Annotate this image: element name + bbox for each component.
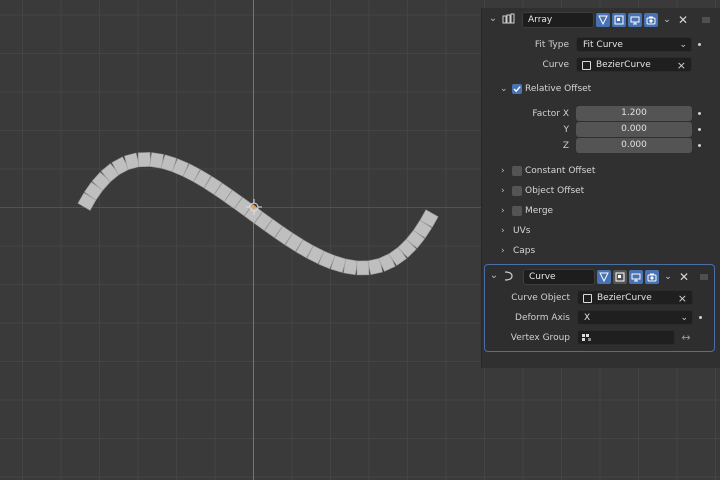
keyframe-dot-icon[interactable]: [698, 144, 701, 147]
chevron-down-icon: ⌄: [680, 313, 688, 323]
remove-modifier-close-icon[interactable]: ✕: [677, 13, 689, 27]
curve-object-row: Curve Object BezierCurve ×: [485, 288, 714, 308]
merge-checkbox[interactable]: [512, 206, 522, 216]
deform-axis-label: Deform Axis: [515, 313, 570, 323]
array-block[interactable]: [137, 152, 151, 168]
curve-object-field[interactable]: BezierCurve ×: [576, 57, 692, 72]
constant-offset-checkbox[interactable]: [512, 166, 522, 176]
relative-offset-checkbox[interactable]: [512, 84, 522, 94]
array-block[interactable]: [343, 258, 358, 276]
curve-object-field[interactable]: BezierCurve ×: [577, 290, 693, 305]
chevron-right-icon[interactable]: ›: [501, 161, 505, 181]
realtime-display-icon[interactable]: [628, 13, 642, 27]
keyframe-dot-icon[interactable]: [698, 43, 701, 46]
uvs-label: UVs: [513, 226, 531, 236]
vertex-group-field[interactable]: [577, 330, 675, 345]
chevron-right-icon[interactable]: ›: [501, 181, 505, 201]
modifier-properties-panel: ⌄ Array ⌄ ✕ Fit Type Fit Curve ⌄ Curve B…: [481, 8, 720, 368]
fit-type-value: Fit Curve: [583, 40, 623, 50]
array-modifier-header[interactable]: ⌄ Array ⌄ ✕: [482, 8, 720, 32]
array-block[interactable]: [356, 260, 370, 276]
modifier-menu-dropdown-icon[interactable]: ⌄: [661, 13, 673, 27]
remove-modifier-close-icon[interactable]: ✕: [678, 270, 690, 284]
render-camera-icon[interactable]: [644, 13, 658, 27]
keyframe-dot-icon[interactable]: [699, 316, 702, 319]
factor-x-input[interactable]: 1.200: [576, 106, 692, 121]
chevron-right-icon[interactable]: ›: [501, 221, 505, 241]
on-cage-toggle-icon[interactable]: [613, 270, 627, 284]
merge-header[interactable]: › Merge: [482, 201, 720, 221]
curve-row: Curve BezierCurve ×: [482, 55, 720, 75]
caps-label: Caps: [513, 246, 536, 256]
vertex-group-label: Vertex Group: [510, 333, 570, 343]
invert-arrows-icon[interactable]: ↔: [679, 330, 693, 345]
vertex-group-icon: [582, 334, 591, 341]
drag-handle-icon[interactable]: [699, 272, 709, 282]
realtime-display-icon[interactable]: [629, 270, 643, 284]
merge-label: Merge: [525, 206, 554, 216]
fit-type-label: Fit Type: [534, 40, 569, 50]
object-offset-label: Object Offset: [525, 186, 585, 196]
expanded-chevron-icon[interactable]: ⌄: [500, 79, 508, 99]
z-label: Z: [562, 141, 569, 151]
keyframe-dot-icon[interactable]: [698, 128, 701, 131]
on-cage-toggle-icon[interactable]: [612, 13, 626, 27]
relative-offset-header[interactable]: ⌄ Relative Offset: [482, 79, 720, 99]
array-modifier-icon: [502, 13, 515, 24]
deform-axis-dropdown[interactable]: X ⌄: [577, 310, 693, 325]
array-name-field[interactable]: Array: [522, 12, 594, 28]
clear-field-close-icon[interactable]: ×: [678, 291, 687, 304]
chevron-down-icon: ⌄: [679, 40, 687, 50]
curve-object-value: BezierCurve: [597, 293, 652, 303]
constant-offset-header[interactable]: › Constant Offset: [482, 161, 720, 181]
curve-modifier-icon: [504, 271, 513, 281]
curve-object-icon: [583, 294, 592, 303]
curve-modifier-header[interactable]: ⌄ Curve ⌄ ✕: [485, 265, 714, 289]
vertex-group-row: Vertex Group ↔: [485, 328, 714, 348]
factor-z-input[interactable]: 0.000: [576, 138, 692, 153]
caps-header[interactable]: › Caps: [482, 241, 720, 261]
relative-offset-label: Relative Offset: [525, 84, 592, 94]
drag-handle-icon[interactable]: [701, 15, 711, 25]
chevron-right-icon[interactable]: ›: [501, 241, 505, 261]
chevron-right-icon[interactable]: ›: [501, 201, 505, 221]
object-offset-checkbox[interactable]: [512, 186, 522, 196]
fit-type-dropdown[interactable]: Fit Curve ⌄: [576, 37, 692, 52]
keyframe-dot-icon[interactable]: [698, 112, 701, 115]
modifier-menu-dropdown-icon[interactable]: ⌄: [662, 270, 674, 284]
edit-mode-toggle-icon[interactable]: [597, 270, 611, 284]
render-camera-icon[interactable]: [645, 270, 659, 284]
collapse-chevron-icon[interactable]: ⌄: [488, 270, 500, 282]
edit-mode-toggle-icon[interactable]: [596, 13, 610, 27]
uvs-header[interactable]: › UVs: [482, 221, 720, 241]
clear-field-close-icon[interactable]: ×: [677, 58, 686, 71]
curve-label: Curve: [542, 60, 569, 70]
curve-value: BezierCurve: [596, 60, 651, 70]
curve-modifier-name-field[interactable]: Curve: [523, 269, 595, 285]
object-offset-header[interactable]: › Object Offset: [482, 181, 720, 201]
factor-z-row: Z 0.000: [482, 136, 720, 156]
curve-object-label: Curve Object: [511, 293, 570, 303]
factor-y-input[interactable]: 0.000: [576, 122, 692, 137]
curve-object-icon: [582, 61, 591, 70]
deform-axis-value: X: [584, 313, 591, 323]
deform-axis-row: Deform Axis X ⌄: [485, 308, 714, 328]
fit-type-row: Fit Type Fit Curve ⌄: [482, 35, 720, 55]
curve-modifier-panel: ⌄ Curve ⌄ ✕ Curve Object BezierCurve × D…: [484, 264, 715, 352]
collapse-chevron-icon[interactable]: ⌄: [487, 13, 499, 25]
constant-offset-label: Constant Offset: [525, 166, 596, 176]
